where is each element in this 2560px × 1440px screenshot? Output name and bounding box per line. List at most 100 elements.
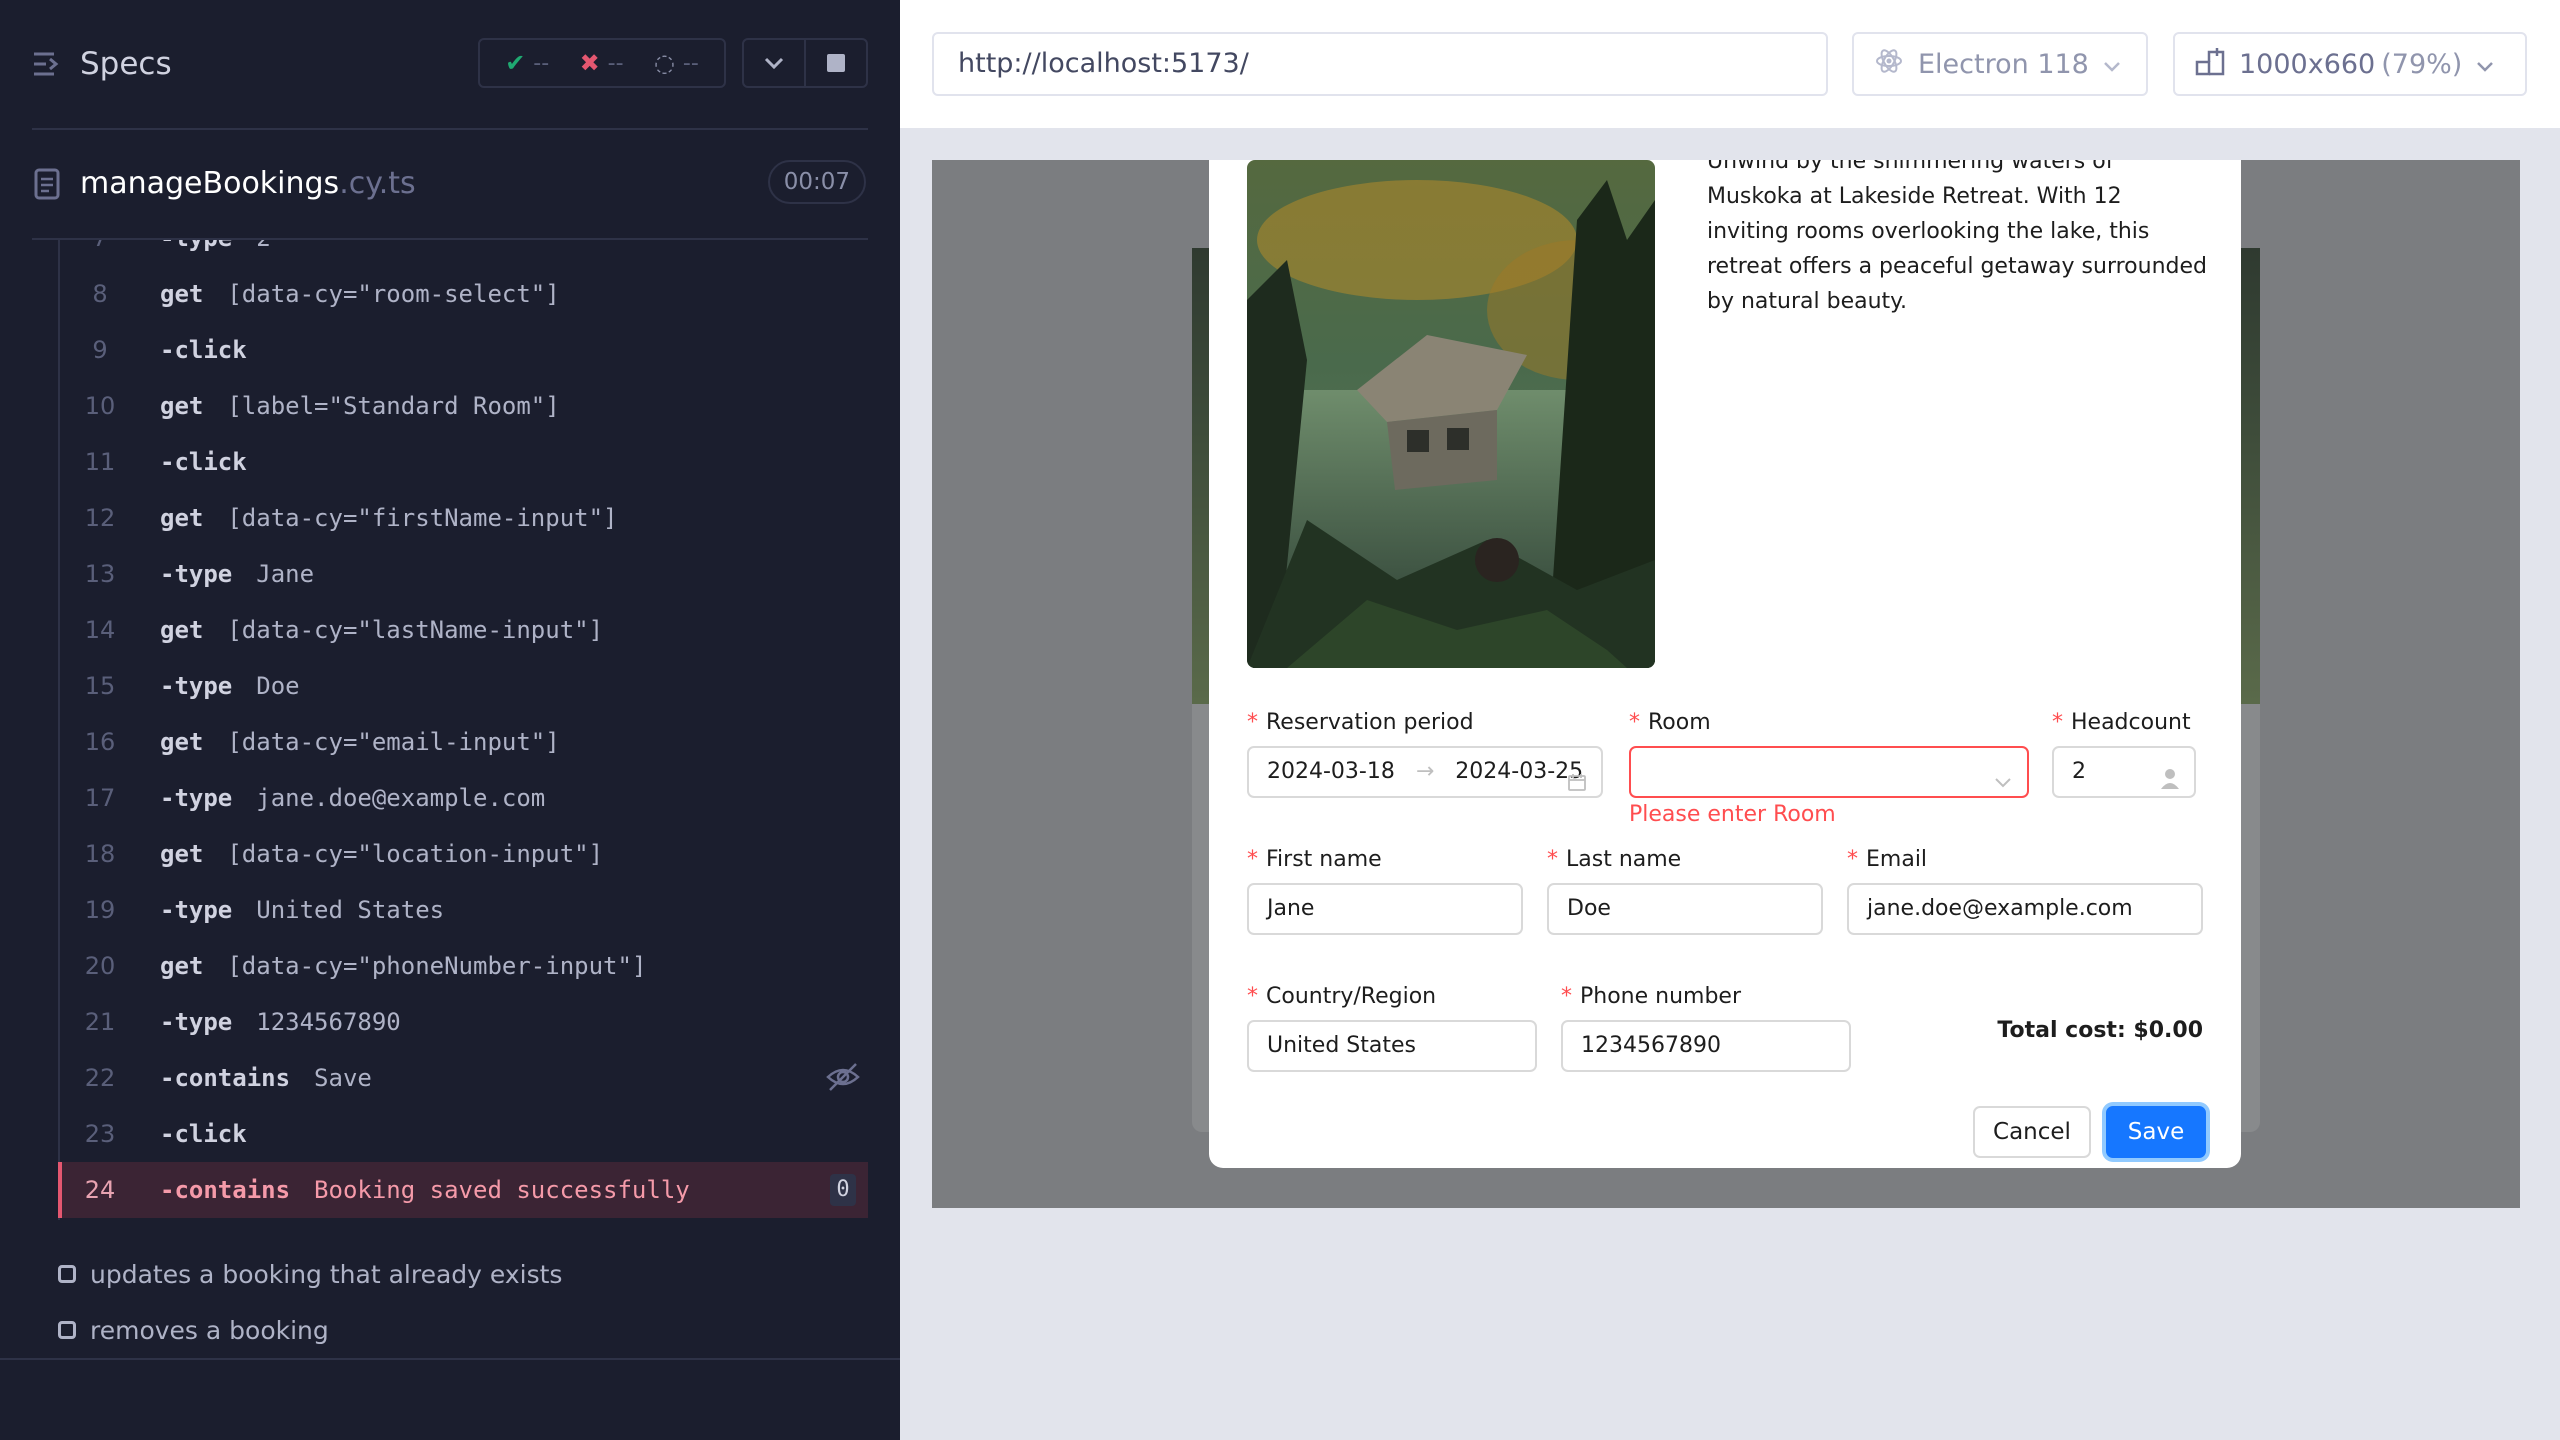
command-name: get — [160, 616, 204, 644]
first-name-input[interactable]: Jane — [1247, 883, 1523, 935]
command-name: click — [160, 336, 246, 364]
command-name: click — [160, 448, 246, 476]
command-row[interactable]: 14 get [data-cy="lastName-input"] — [58, 602, 868, 658]
last-name-label: * Last name — [1547, 847, 1682, 872]
document-icon — [34, 168, 60, 204]
stop-icon[interactable] — [806, 40, 866, 86]
command-row[interactable]: 23 click — [58, 1106, 868, 1162]
command-name: get — [160, 392, 204, 420]
command-message: United States — [256, 896, 445, 924]
date-range-picker[interactable]: 2024-03-18 → 2024-03-25 — [1247, 746, 1603, 798]
booking-modal: Unwind by the shimmering waters of Musko… — [1209, 160, 2241, 1168]
command-row[interactable]: 10 get [label="Standard Room"] — [58, 378, 868, 434]
command-number: 17 — [84, 784, 116, 812]
property-photo — [1247, 160, 1655, 668]
command-row[interactable]: 24 contains Booking saved successfully 0 — [58, 1162, 868, 1218]
command-row[interactable]: 21 type 1234567890 — [58, 994, 868, 1050]
spec-file-header: manageBookings.cy.ts 00:07 — [0, 150, 900, 216]
command-row[interactable]: 9 click — [58, 322, 868, 378]
command-row[interactable]: 13 type Jane — [58, 546, 868, 602]
command-number: 23 — [84, 1120, 116, 1148]
url-bar[interactable]: http://localhost:5173/ — [932, 32, 1828, 96]
command-row[interactable]: 20 get [data-cy="phoneNumber-input"] — [58, 938, 868, 994]
browser-name: Electron 118 — [1918, 48, 2089, 80]
electron-icon — [1874, 46, 1904, 83]
command-name: get — [160, 504, 204, 532]
email-input[interactable]: jane.doe@example.com — [1847, 883, 2203, 935]
country-label: * Country/Region — [1247, 984, 1437, 1009]
browser-select[interactable]: Electron 118 — [1852, 32, 2148, 96]
user-icon — [2160, 760, 2180, 808]
app-preview: Unwind by the shimmering waters of Musko… — [932, 160, 2520, 1208]
command-message: [data-cy="phoneNumber-input"] — [227, 952, 647, 980]
chevron-down-icon[interactable] — [744, 40, 806, 86]
command-number: 14 — [84, 616, 116, 644]
command-row[interactable]: 15 type Doe — [58, 658, 868, 714]
command-number: 18 — [84, 840, 116, 868]
arrow-right-icon: → — [1415, 759, 1435, 784]
last-name-input[interactable]: Doe — [1547, 883, 1823, 935]
command-name: contains — [160, 1176, 290, 1204]
check-icon: ✔ — [505, 49, 526, 77]
cancel-button[interactable]: Cancel — [1973, 1106, 2091, 1158]
command-row[interactable]: 22 contains Save — [58, 1050, 868, 1106]
command-row[interactable]: 16 get [data-cy="email-input"] — [58, 714, 868, 770]
command-number: 13 — [84, 560, 116, 588]
command-number: 15 — [84, 672, 116, 700]
command-message: Save — [314, 1064, 372, 1092]
country-input[interactable]: United States — [1247, 1020, 1537, 1072]
eye-slash-icon[interactable] — [826, 1062, 860, 1098]
command-row[interactable]: 12 get [data-cy="firstName-input"] — [58, 490, 868, 546]
test-status-icon — [58, 1321, 76, 1339]
command-number: 7 — [58, 240, 142, 252]
specs-title[interactable]: Specs — [80, 46, 172, 82]
viewport-size: 1000x660 (79%) — [2239, 48, 2463, 80]
command-row[interactable]: 11 click — [58, 434, 868, 490]
command-name: type — [160, 240, 232, 252]
command-message: 2 — [256, 240, 270, 252]
command-message: Jane — [256, 560, 315, 588]
command-message: Booking saved successfully — [314, 1176, 690, 1204]
command-name: get — [160, 728, 204, 756]
command-name: type — [160, 784, 232, 812]
test-item[interactable]: updates a booking that already exists — [58, 1254, 562, 1294]
command-row[interactable]: 7 type 2 — [58, 240, 868, 266]
command-name: contains — [160, 1064, 290, 1092]
command-row[interactable]: 18 get [data-cy="location-input"] — [58, 826, 868, 882]
command-number: 19 — [84, 896, 116, 924]
menu-icon[interactable] — [32, 50, 62, 82]
calendar-icon — [1567, 762, 1587, 810]
command-message: [data-cy="location-input"] — [227, 840, 604, 868]
command-message: [data-cy="firstName-input"] — [227, 504, 618, 532]
command-number: 22 — [84, 1064, 116, 1092]
command-message: [data-cy="room-select"] — [227, 280, 560, 308]
save-button[interactable]: Save — [2106, 1106, 2206, 1158]
command-row[interactable]: 8 get [data-cy="room-select"] — [58, 266, 868, 322]
phone-input[interactable]: 1234567890 — [1561, 1020, 1851, 1072]
headcount-label: * Headcount — [2052, 710, 2191, 735]
command-name: get — [160, 280, 204, 308]
spinner-icon: ◌ — [653, 49, 675, 77]
command-row[interactable]: 17 type jane.doe@example.com — [58, 770, 868, 826]
command-number: 21 — [84, 1008, 116, 1036]
total-cost: Total cost: $0.00 — [1997, 1018, 2203, 1043]
command-log-panel: Specs ✔ -- ✖ -- ◌ -- manageBookings.cy.ts 0… — [0, 0, 900, 1440]
background-image — [2238, 248, 2260, 704]
command-message: 1234567890 — [256, 1008, 401, 1036]
command-row[interactable]: 19 type United States — [58, 882, 868, 938]
test-item[interactable]: removes a booking — [58, 1310, 329, 1350]
divider — [32, 128, 868, 130]
viewport-select[interactable]: 1000x660 (79%) — [2173, 32, 2527, 96]
command-count-badge: 0 — [830, 1174, 856, 1206]
command-list: 7type28get[data-cy="room-select"]9click1… — [58, 240, 868, 1220]
command-name: type — [160, 560, 232, 588]
end-date[interactable]: 2024-03-25 — [1455, 759, 1583, 784]
command-name: get — [160, 840, 204, 868]
command-number: 12 — [84, 504, 116, 532]
room-label: * Room — [1629, 710, 1711, 735]
command-name: type — [160, 672, 232, 700]
headcount-input[interactable]: 2 — [2052, 746, 2196, 798]
command-message: [label="Standard Room"] — [227, 392, 560, 420]
room-select[interactable] — [1629, 746, 2029, 798]
start-date[interactable]: 2024-03-18 — [1267, 759, 1395, 784]
